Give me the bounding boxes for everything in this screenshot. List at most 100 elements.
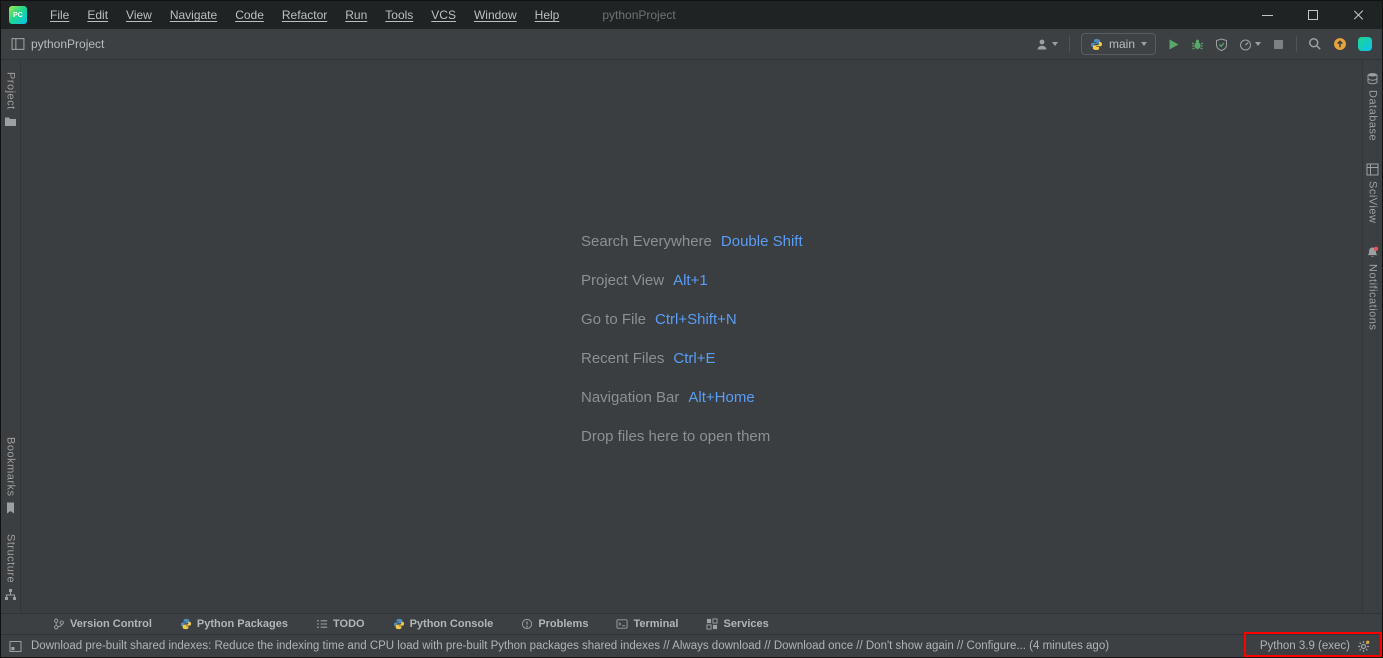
project-breadcrumb[interactable]: pythonProject [31,37,104,51]
run-button[interactable] [1167,38,1180,51]
learn-ide-button[interactable] [1358,37,1372,51]
tool-button-label: TODO [333,618,365,630]
problems-icon [521,618,533,630]
todo-icon [316,618,328,630]
tool-button-label: Python Console [410,618,494,630]
database-icon [1366,72,1379,85]
left-tool-stripe: Project Bookmarks Structure [1,60,21,613]
hint-row: Navigation Bar Alt+Home [581,388,803,427]
chevron-down-icon [1052,42,1058,46]
editor-empty-area: Search Everywhere Double Shift Project V… [21,60,1362,613]
hint-label: Project View [581,271,664,310]
tool-button-services[interactable]: Services [706,618,768,630]
menu-item-run[interactable]: Run [336,8,376,22]
hint-row: Go to File Ctrl+Shift+N [581,310,803,349]
title-bar: PC File Edit View Navigate Code Refactor… [1,1,1382,29]
tool-window-switcher-icon[interactable] [9,640,22,653]
hint-label: Go to File [581,310,646,349]
tool-button-label: Problems [538,618,588,630]
sidebar-item-bookmarks[interactable]: Bookmarks [5,437,17,514]
hint-shortcut: Ctrl+Shift+N [655,310,737,349]
services-icon [706,618,718,630]
pycharm-window: PC File Edit View Navigate Code Refactor… [0,0,1383,658]
close-button[interactable] [1336,1,1382,29]
sciview-stripe-label: SciView [1367,181,1379,223]
tool-button-python-console[interactable]: Python Console [393,618,494,630]
right-tool-stripe: Database SciView Notifications [1362,60,1382,613]
version-control-icon [53,618,65,630]
menu-bar: File Edit View Navigate Code Refactor Ru… [41,1,568,29]
profiler-button[interactable] [1239,38,1261,51]
sidebar-item-structure[interactable]: Structure [4,534,17,601]
interpreter-widget[interactable]: Python 3.9 (exec) [1260,640,1350,652]
project-tool-icon [11,37,25,51]
tool-button-label: Services [723,618,768,630]
menu-item-tools[interactable]: Tools [376,8,422,22]
sidebar-item-sciview[interactable]: SciView [1366,163,1379,223]
sidebar-item-database[interactable]: Database [1366,72,1379,141]
menu-item-view[interactable]: View [117,8,161,22]
maximize-icon [1308,10,1318,20]
minimize-button[interactable] [1244,1,1290,29]
toolbar-separator [1296,36,1297,52]
menu-item-vcs[interactable]: VCS [422,8,465,22]
chevron-down-icon [1255,42,1261,46]
hint-shortcut: Double Shift [721,232,803,271]
hint-row: Project View Alt+1 [581,271,803,310]
code-with-me-button[interactable] [1036,38,1058,51]
main-area: Project Bookmarks Structure [1,60,1382,613]
hint-label: Drop files here to open them [581,427,770,466]
hint-shortcut: Ctrl+E [673,349,715,388]
hint-row: Drop files here to open them [581,427,803,466]
minimize-icon [1262,15,1273,16]
menu-item-navigate[interactable]: Navigate [161,8,226,22]
debug-button[interactable] [1191,38,1204,51]
code-with-me-icon [1036,38,1049,51]
notifications-stripe-label: Notifications [1367,264,1379,330]
update-available-button[interactable] [1333,37,1347,51]
python-icon [1090,38,1103,51]
python-icon [180,618,192,630]
tool-button-python-packages[interactable]: Python Packages [180,618,288,630]
hint-label: Recent Files [581,349,664,388]
toolbar-separator [1069,36,1070,52]
tool-button-problems[interactable]: Problems [521,618,588,630]
menu-item-refactor[interactable]: Refactor [273,8,336,22]
menu-item-code[interactable]: Code [226,8,273,22]
tool-button-version-control[interactable]: Version Control [53,618,152,630]
hint-shortcut: Alt+Home [688,388,754,427]
close-icon [1353,9,1365,21]
main-toolbar: pythonProject main [1,29,1382,60]
menu-item-edit[interactable]: Edit [78,8,117,22]
menu-item-file[interactable]: File [41,8,78,22]
shortcut-hints: Search Everywhere Double Shift Project V… [581,232,803,466]
run-config-selector[interactable]: main [1081,33,1156,55]
project-stripe-label: Project [5,72,17,110]
menu-item-window[interactable]: Window [465,8,526,22]
tool-button-label: Terminal [633,618,678,630]
status-bar: Download pre-built shared indexes: Reduc… [1,634,1382,657]
stop-button[interactable] [1272,38,1285,51]
structure-icon [4,588,17,601]
hint-row: Search Everywhere Double Shift [581,232,803,271]
menu-item-help[interactable]: Help [526,8,569,22]
run-with-coverage-button[interactable] [1215,38,1228,51]
hint-label: Search Everywhere [581,232,712,271]
folder-icon [4,115,17,128]
hint-row: Recent Files Ctrl+E [581,349,803,388]
bookmarks-stripe-label: Bookmarks [5,437,17,497]
sidebar-item-notifications[interactable]: Notifications [1366,246,1379,330]
status-message[interactable]: Download pre-built shared indexes: Reduc… [31,640,1109,652]
sidebar-item-project[interactable]: Project [4,72,17,128]
search-everywhere-button[interactable] [1308,37,1322,51]
tool-button-todo[interactable]: TODO [316,618,365,630]
sciview-icon [1366,163,1379,176]
database-stripe-label: Database [1367,90,1379,141]
interpreter-settings-icon[interactable] [1357,640,1370,653]
tool-button-terminal[interactable]: Terminal [616,618,678,630]
window-controls [1244,1,1382,29]
pycharm-logo-icon: PC [9,6,27,24]
maximize-button[interactable] [1290,1,1336,29]
run-config-name: main [1109,37,1135,51]
window-title: pythonProject [602,8,675,22]
